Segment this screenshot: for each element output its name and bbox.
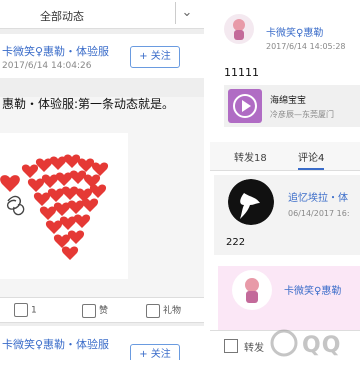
heart-shape	[55, 172, 73, 186]
heart-shape	[35, 158, 53, 172]
shared-title: 海绵宝宝	[270, 96, 307, 106]
comment-timestamp: 06/14/2017 16:	[288, 209, 350, 218]
tab-comment[interactable]: 评论4	[298, 149, 325, 170]
avatar[interactable]	[224, 14, 254, 44]
heart-image	[0, 154, 109, 260]
feed-filter-bar[interactable]: 全部动态 ⌄	[0, 0, 204, 29]
like-label: 赞	[99, 306, 109, 316]
avatar[interactable]	[228, 179, 274, 225]
heart-shape	[47, 188, 65, 202]
heart-shape	[49, 156, 67, 170]
post-body: 惠勒・体验服:第一条动态就是。	[0, 97, 204, 297]
post-timestamp: 2017/6/14 14:05:28	[266, 42, 346, 51]
heart-shape	[81, 198, 99, 212]
chevron-down-icon[interactable]: ⌄	[175, 2, 198, 24]
silhouette-avatar-icon	[228, 179, 274, 225]
heart-shape	[69, 170, 87, 184]
heart-shape	[61, 186, 79, 200]
heart-shape	[39, 206, 57, 220]
comment-action[interactable]: 1	[14, 303, 37, 317]
feed-panel: 全部动态 ⌄ 卡微笑♀惠勒・体验服 2017/6/14 14:04:26 + 关…	[0, 0, 204, 360]
comment-count: 1	[31, 305, 37, 316]
post-action-bar: 1 赞 礼物	[0, 297, 204, 323]
avatar[interactable]	[232, 270, 272, 310]
heart-shape	[67, 230, 85, 244]
post-timestamp: 2017/6/14 14:04:26	[2, 61, 92, 71]
heart-shape	[27, 178, 45, 192]
comment-username[interactable]: 卡微笑♀惠勒	[284, 282, 341, 297]
follow-button[interactable]: + 关注	[130, 46, 180, 68]
watermark-logo: QQ	[270, 326, 360, 360]
heart-shape	[67, 200, 85, 214]
play-icon	[233, 94, 257, 118]
like-action[interactable]: 赞	[82, 303, 108, 318]
heart-shape	[45, 220, 63, 234]
heart-shape	[77, 158, 95, 172]
post-username[interactable]: 卡微笑♀惠勒	[266, 24, 323, 39]
feed-filter-label[interactable]: 全部动态	[40, 8, 84, 24]
heart-shape	[89, 184, 107, 198]
tab-repost[interactable]: 转发18	[234, 149, 267, 164]
follow-button[interactable]: + 关注	[130, 344, 180, 360]
detail-tabs: 转发18 评论4	[210, 142, 360, 171]
post-header: 卡微笑♀惠勒・体验服 + 关注	[0, 326, 204, 360]
comment-username[interactable]: 追忆埃拉・体	[288, 189, 348, 204]
gift-icon	[146, 303, 160, 318]
thumbs-up-icon	[82, 303, 96, 318]
music-thumbnail	[228, 89, 262, 123]
heart-shape	[33, 192, 51, 206]
shared-music-card[interactable]: 海绵宝宝 冷彦辰—东莞厦门	[224, 85, 360, 127]
comment-item: 卡微笑♀惠勒	[218, 266, 360, 330]
heart-shape	[73, 214, 91, 228]
comment-icon	[14, 303, 28, 317]
heart-shape	[61, 246, 79, 260]
post-username[interactable]: 卡微笑♀惠勒・体验服	[2, 43, 109, 59]
repost-button[interactable]: 转发	[244, 339, 264, 354]
detail-panel: 卡微笑♀惠勒 2017/6/14 14:05:28 11111 海绵宝宝 冷彦辰…	[210, 0, 360, 360]
gift-label: 礼物	[163, 306, 182, 316]
heart-shape	[63, 154, 81, 168]
heart-shape	[21, 164, 39, 178]
doll-avatar-icon	[245, 278, 259, 303]
post-text: 惠勒・体验服:第一条动态就是。	[2, 97, 175, 111]
shared-subtitle: 冷彦辰—东莞厦门	[270, 110, 334, 119]
post-username[interactable]: 卡微笑♀惠勒・体验服	[2, 336, 109, 352]
site-logo-icon: QQ	[270, 329, 341, 358]
comment-content: 222	[226, 237, 246, 248]
heart-shape	[53, 234, 71, 248]
post-header: 卡微笑♀惠勒・体验服 2017/6/14 14:04:26 + 关注	[0, 34, 204, 78]
comment-item: 追忆埃拉・体 06/14/2017 16: 222	[214, 175, 360, 255]
heart-shape	[53, 202, 71, 216]
heart-shape	[41, 174, 59, 188]
share-icon[interactable]	[224, 339, 238, 353]
heart-shape	[91, 162, 109, 176]
gift-action[interactable]: 礼物	[146, 303, 181, 318]
post-image[interactable]	[0, 133, 128, 279]
heart-shape	[59, 216, 77, 230]
watermark-text: QQ	[302, 333, 341, 358]
post-content: 11111	[224, 66, 259, 79]
doll-avatar-icon	[233, 19, 245, 40]
